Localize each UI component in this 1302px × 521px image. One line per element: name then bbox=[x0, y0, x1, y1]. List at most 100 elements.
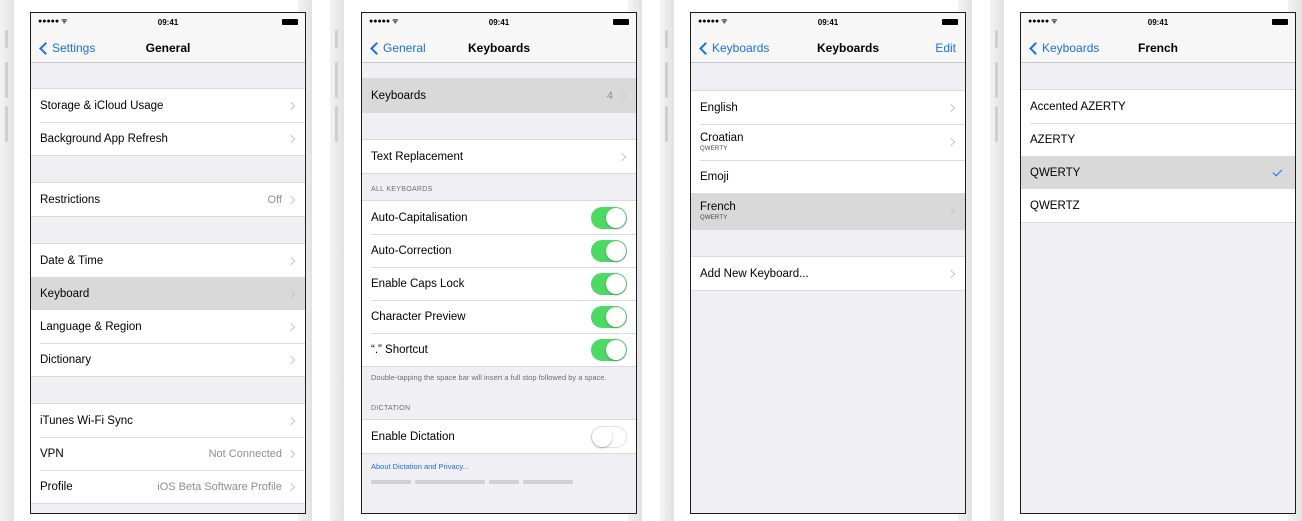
toggle-knob bbox=[606, 306, 626, 327]
row-label: Enable Caps Lock bbox=[371, 277, 465, 290]
row-layout-qwertz[interactable]: QWERTZ bbox=[1021, 189, 1295, 222]
row-label: QWERTY bbox=[1030, 166, 1081, 179]
caps-lock-toggle[interactable] bbox=[591, 272, 627, 295]
chevron-right-icon bbox=[286, 101, 296, 110]
chevron-right-icon bbox=[286, 355, 296, 364]
row-background-refresh[interactable]: Background App Refresh bbox=[31, 122, 305, 155]
row-dictionary[interactable]: Dictionary bbox=[31, 343, 305, 376]
status-time: 09:41 bbox=[488, 18, 510, 27]
row-label: French bbox=[700, 200, 736, 213]
text-replacement-group: Text Replacement bbox=[362, 139, 636, 174]
chevron-right-icon bbox=[286, 416, 296, 425]
row-label: Character Preview bbox=[371, 310, 466, 323]
screen-general: ●●●●● ᯤ 09:41 Settings General Storage &… bbox=[30, 12, 306, 514]
navigation-bar: General Keyboards bbox=[362, 33, 636, 63]
row-itunes-wifi-sync[interactable]: iTunes Wi-Fi Sync bbox=[31, 404, 305, 437]
mute-switch bbox=[995, 30, 998, 48]
chevron-right-icon bbox=[286, 482, 296, 491]
phone-french-layouts: ●●●●● ᯤ 09:41 Keyboards French Accented … bbox=[990, 0, 1302, 521]
navigation-bar: Settings General bbox=[31, 33, 305, 63]
toggle-knob bbox=[606, 240, 626, 261]
character-preview-toggle[interactable] bbox=[591, 305, 627, 328]
back-button[interactable]: General bbox=[366, 41, 426, 55]
row-label: Keyboards bbox=[371, 89, 426, 102]
installed-keyboards-group: English Croatian QWERTY Emoji French QWE… bbox=[691, 90, 965, 230]
volume-up-button bbox=[995, 62, 998, 98]
battery-icon bbox=[613, 19, 629, 25]
row-vpn[interactable]: VPN Not Connected bbox=[31, 437, 305, 470]
back-button[interactable]: Keyboards bbox=[695, 41, 769, 55]
status-time: 09:41 bbox=[817, 18, 839, 27]
edit-button[interactable]: Edit bbox=[935, 41, 956, 55]
row-label: Restrictions bbox=[40, 193, 101, 206]
row-profile[interactable]: Profile iOS Beta Software Profile bbox=[31, 470, 305, 503]
row-layout-azerty[interactable]: AZERTY bbox=[1021, 123, 1295, 156]
row-enable-dictation: Enable Dictation bbox=[362, 420, 636, 453]
row-keyboard[interactable]: Keyboard bbox=[31, 277, 305, 310]
row-label: Language & Region bbox=[40, 320, 142, 333]
back-button[interactable]: Keyboards bbox=[1025, 41, 1099, 55]
battery-icon bbox=[282, 19, 298, 25]
screen-keyboards-list: ●●●●● ᯤ 09:41 Keyboards Keyboards Edit E… bbox=[690, 12, 966, 514]
chevron-right-icon bbox=[286, 195, 296, 204]
volume-up-button bbox=[335, 62, 338, 98]
status-bar: ●●●●● ᯤ 09:41 bbox=[31, 13, 305, 33]
volume-down-button bbox=[665, 106, 668, 142]
chevron-right-icon bbox=[286, 289, 296, 298]
row-value: Off bbox=[267, 193, 282, 206]
row-label: QWERTZ bbox=[1030, 199, 1080, 212]
add-keyboard-group: Add New Keyboard... bbox=[691, 256, 965, 291]
row-date-time[interactable]: Date & Time bbox=[31, 244, 305, 277]
toggle-knob bbox=[606, 207, 626, 228]
row-label: Text Replacement bbox=[371, 150, 464, 163]
dictation-toggle[interactable] bbox=[591, 425, 627, 448]
row-label: Accented AZERTY bbox=[1030, 100, 1126, 113]
auto-correction-toggle[interactable] bbox=[591, 239, 627, 262]
section-header-dictation: DICTATION bbox=[371, 405, 411, 412]
mute-switch bbox=[665, 30, 668, 48]
toggle-knob bbox=[592, 426, 612, 447]
chevron-left-icon bbox=[39, 41, 52, 55]
row-keyboard-french[interactable]: French QWERTY bbox=[691, 193, 965, 229]
keyboards-group: Keyboards 4 bbox=[362, 78, 636, 113]
row-label: Enable Dictation bbox=[371, 430, 455, 443]
auto-capitalisation-toggle[interactable] bbox=[591, 206, 627, 229]
row-text-replacement[interactable]: Text Replacement bbox=[362, 140, 636, 173]
row-keyboard-english[interactable]: English bbox=[691, 91, 965, 124]
chevron-right-icon bbox=[617, 152, 627, 161]
row-keyboard-emoji[interactable]: Emoji bbox=[691, 160, 965, 193]
row-restrictions[interactable]: Restrictions Off bbox=[31, 183, 305, 216]
back-button[interactable]: Settings bbox=[35, 41, 95, 55]
row-keyboards[interactable]: Keyboards 4 bbox=[362, 79, 636, 112]
settings-group-input: Date & Time Keyboard Language & Region D… bbox=[31, 243, 305, 377]
row-label: iTunes Wi-Fi Sync bbox=[40, 414, 133, 427]
row-label: Background App Refresh bbox=[40, 132, 168, 145]
row-layout-accented-azerty[interactable]: Accented AZERTY bbox=[1021, 90, 1295, 123]
status-time: 09:41 bbox=[157, 18, 179, 27]
row-add-new-keyboard[interactable]: Add New Keyboard... bbox=[691, 257, 965, 290]
row-period-shortcut: “.” Shortcut bbox=[362, 333, 636, 366]
toggle-knob bbox=[606, 273, 626, 294]
phone-keyboards-list: ●●●●● ᯤ 09:41 Keyboards Keyboards Edit E… bbox=[660, 0, 972, 521]
row-character-preview: Character Preview bbox=[362, 300, 636, 333]
status-time: 09:41 bbox=[1147, 18, 1169, 27]
settings-group-connectivity: iTunes Wi-Fi Sync VPN Not Connected Prof… bbox=[31, 403, 305, 504]
row-language-region[interactable]: Language & Region bbox=[31, 310, 305, 343]
about-dictation-link[interactable]: About Dictation and Privacy... bbox=[362, 454, 636, 476]
row-label: “.” Shortcut bbox=[371, 343, 428, 356]
row-label: Dictionary bbox=[40, 353, 92, 366]
cut-off-text bbox=[362, 476, 636, 484]
chevron-right-icon bbox=[946, 269, 956, 278]
row-label: English bbox=[700, 101, 738, 114]
status-bar: ●●●●● ᯤ 09:41 bbox=[1021, 13, 1295, 33]
row-storage[interactable]: Storage & iCloud Usage bbox=[31, 89, 305, 122]
chevron-left-icon bbox=[370, 41, 383, 55]
toggle-knob bbox=[606, 339, 626, 360]
navigation-bar: Keyboards Keyboards Edit bbox=[691, 33, 965, 63]
period-shortcut-toggle[interactable] bbox=[591, 338, 627, 361]
phone-keyboards-settings: ●●●●● ᯤ 09:41 General Keyboards Keyboard… bbox=[330, 0, 642, 521]
row-keyboard-croatian[interactable]: Croatian QWERTY bbox=[691, 124, 965, 160]
chevron-right-icon bbox=[286, 256, 296, 265]
chevron-right-icon bbox=[286, 449, 296, 458]
row-layout-qwerty[interactable]: QWERTY bbox=[1021, 156, 1295, 189]
